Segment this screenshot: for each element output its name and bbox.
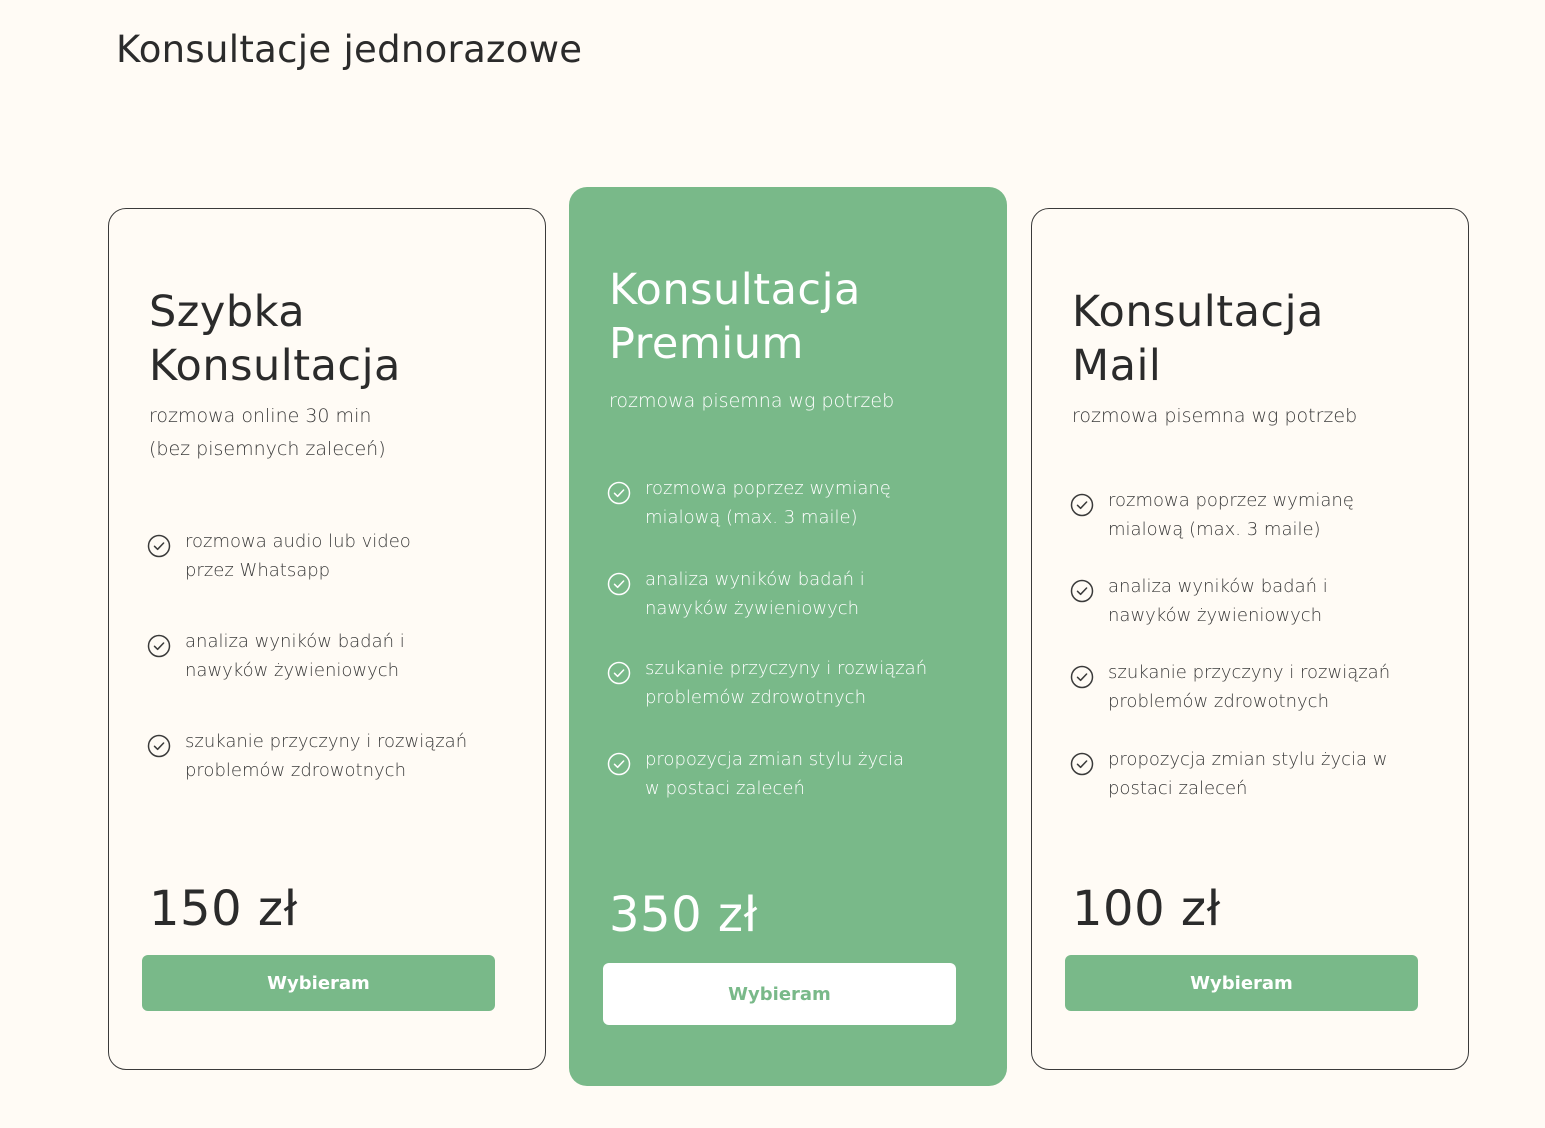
feature-text-line: analiza wyników badań i <box>645 569 865 590</box>
feature-text-line: rozmowa audio lub video <box>185 531 411 552</box>
feature-text: szukanie przyczyny i rozwiązań problemów… <box>1108 658 1438 716</box>
feature-text-line: analiza wyników badań i <box>185 631 405 652</box>
feature-text: rozmowa poprzez wymianę mialową (max. 3 … <box>1108 486 1438 544</box>
section-title: Konsultacje jednorazowe <box>116 28 583 71</box>
check-circle-icon <box>607 481 631 505</box>
feature-text: propozycja zmian stylu życia w postaci z… <box>1108 745 1438 803</box>
plan-card-mail: Konsultacja Mail rozmowa pisemna wg potr… <box>1031 208 1469 1070</box>
plan-card-premium: Konsultacja Premium rozmowa pisemna wg p… <box>569 187 1007 1086</box>
feature-text-line: rozmowa poprzez wymianę <box>645 478 891 499</box>
plan-subtitle-line: rozmowa online 30 min <box>149 405 372 427</box>
feature-text-line: szukanie przyczyny i rozwiązań <box>185 731 468 752</box>
feature-text-line: w postaci zaleceń <box>645 778 805 799</box>
feature-text: rozmowa audio lub video przez Whatsapp <box>185 527 515 585</box>
choose-button[interactable]: Wybieram <box>1065 955 1418 1011</box>
plan-subtitle: rozmowa pisemna wg potrzeb <box>609 385 979 418</box>
feature-text-line: problemów zdrowotnych <box>185 760 406 781</box>
feature-text: szukanie przyczyny i rozwiązań problemów… <box>645 654 975 712</box>
check-circle-icon <box>607 572 631 596</box>
check-circle-icon <box>1070 579 1094 603</box>
plan-price: 350 zł <box>609 887 758 943</box>
feature-text-line: szukanie przyczyny i rozwiązań <box>645 658 928 679</box>
feature-text: analiza wyników badań i nawyków żywienio… <box>645 565 975 623</box>
feature-text-line: nawyków żywieniowych <box>185 660 400 681</box>
feature-text-line: mialową (max. 3 maile) <box>645 507 858 528</box>
plan-subtitle: rozmowa pisemna wg potrzeb <box>1072 400 1442 433</box>
plan-title-line: Konsultacja <box>609 265 861 315</box>
feature-text-line: nawyków żywieniowych <box>645 598 860 619</box>
check-circle-icon <box>147 734 171 758</box>
plan-price: 100 zł <box>1072 881 1221 937</box>
feature-text: rozmowa poprzez wymianę mialową (max. 3 … <box>645 474 975 532</box>
feature-text-line: propozycja zmian stylu życia <box>645 749 905 770</box>
check-circle-icon <box>147 634 171 658</box>
check-circle-icon <box>147 534 171 558</box>
feature-text-line: nawyków żywieniowych <box>1108 605 1323 626</box>
check-circle-icon <box>1070 752 1094 776</box>
feature-text: analiza wyników badań i nawyków żywienio… <box>1108 572 1438 630</box>
choose-button[interactable]: Wybieram <box>142 955 495 1011</box>
feature-text-line: problemów zdrowotnych <box>1108 691 1329 712</box>
feature-text-line: propozycja zmian stylu życia w <box>1108 749 1388 770</box>
feature-text-line: mialową (max. 3 maile) <box>1108 519 1321 540</box>
feature-text-line: szukanie przyczyny i rozwiązań <box>1108 662 1391 683</box>
plan-title-line: Premium <box>609 319 804 369</box>
plan-subtitle-line: rozmowa pisemna wg potrzeb <box>609 390 895 412</box>
check-circle-icon <box>1070 665 1094 689</box>
plan-title: Konsultacja Mail <box>1072 285 1324 393</box>
feature-text-line: przez Whatsapp <box>185 560 331 581</box>
check-circle-icon <box>1070 493 1094 517</box>
plan-title-line: Mail <box>1072 341 1162 391</box>
plan-title-line: Konsultacja <box>1072 287 1324 337</box>
plan-card-szybka: Szybka Konsultacja rozmowa online 30 min… <box>108 208 546 1070</box>
feature-text-line: rozmowa poprzez wymianę <box>1108 490 1354 511</box>
plan-title: Szybka Konsultacja <box>149 285 401 393</box>
choose-button[interactable]: Wybieram <box>603 963 956 1025</box>
feature-text-line: analiza wyników badań i <box>1108 576 1328 597</box>
plan-title-line: Szybka <box>149 287 306 337</box>
plan-subtitle-line: (bez pisemnych zaleceń) <box>149 438 386 460</box>
feature-text-line: postaci zaleceń <box>1108 778 1248 799</box>
plan-subtitle: rozmowa online 30 min (bez pisemnych zal… <box>149 400 519 466</box>
feature-text: szukanie przyczyny i rozwiązań problemów… <box>185 727 515 785</box>
plan-subtitle-line: rozmowa pisemna wg potrzeb <box>1072 405 1358 427</box>
check-circle-icon <box>607 752 631 776</box>
feature-text: propozycja zmian stylu życia w postaci z… <box>645 745 975 803</box>
plan-price: 150 zł <box>149 881 298 937</box>
plan-title-line: Konsultacja <box>149 341 401 391</box>
feature-text: analiza wyników badań i nawyków żywienio… <box>185 627 515 685</box>
plan-title: Konsultacja Premium <box>609 263 861 371</box>
feature-text-line: problemów zdrowotnych <box>645 687 866 708</box>
check-circle-icon <box>607 661 631 685</box>
